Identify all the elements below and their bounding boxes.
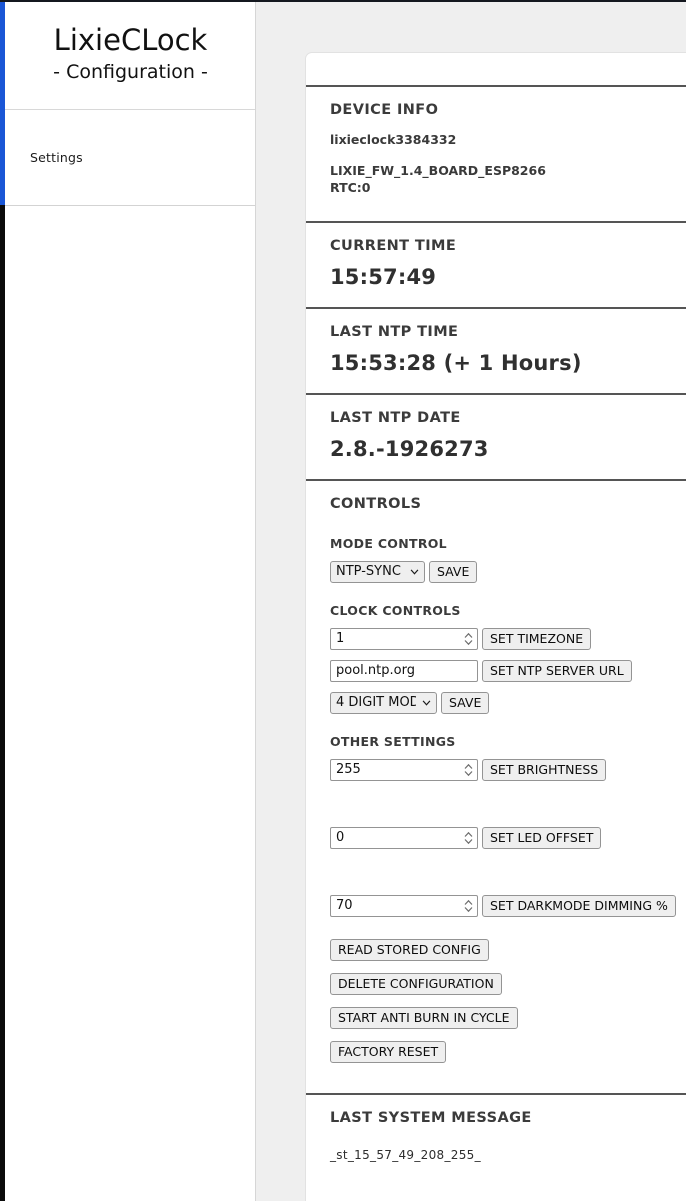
digit-mode-select-wrap: 4 DIGIT MODE: [330, 691, 437, 714]
delete-configuration-button[interactable]: DELETE CONFIGURATION: [330, 972, 502, 995]
divider-last-system-message: [306, 1092, 686, 1095]
mode-control-heading: MODE CONTROL: [330, 535, 447, 551]
page-subtitle: - Configuration -: [53, 60, 208, 83]
led-offset-input[interactable]: [330, 826, 478, 849]
digit-mode-row: 4 DIGIT MODE SAVE: [330, 691, 686, 714]
action-buttons-group: READ STORED CONFIG DELETE CONFIGURATION …: [330, 938, 686, 1063]
divider-current-time: [306, 220, 686, 223]
divider-last-ntp-time: [306, 306, 686, 309]
mode-select-wrap: NTP-SYNC: [330, 560, 425, 583]
digit-mode-select[interactable]: 4 DIGIT MODE: [330, 691, 437, 714]
current-time-heading: CURRENT TIME: [330, 237, 457, 254]
main-content-card: DEVICE INFO lixieclock3384332 LIXIE_FW_1…: [305, 52, 686, 1201]
clock-controls-heading: CLOCK CONTROLS: [330, 602, 461, 618]
led-offset-row: SET LED OFFSET: [330, 826, 686, 849]
factory-reset-button[interactable]: FACTORY RESET: [330, 1040, 447, 1063]
set-timezone-button[interactable]: SET TIMEZONE: [482, 627, 592, 650]
controls-heading: CONTROLS: [330, 495, 422, 512]
mode-save-button[interactable]: SAVE: [429, 560, 478, 583]
current-time-value: 15:57:49: [330, 264, 437, 289]
sidebar-item-settings[interactable]: Settings: [5, 110, 256, 206]
set-led-offset-button[interactable]: SET LED OFFSET: [482, 826, 602, 849]
last-system-message-heading: LAST SYSTEM MESSAGE: [330, 1109, 532, 1126]
brightness-input[interactable]: [330, 758, 478, 781]
last-ntp-time-heading: LAST NTP TIME: [330, 323, 459, 340]
brightness-row: SET BRIGHTNESS: [330, 758, 686, 781]
ntp-server-url-input[interactable]: [330, 659, 478, 682]
led-offset-input-wrap: [330, 826, 478, 849]
timezone-row: SET TIMEZONE: [330, 627, 686, 650]
other-settings-heading: OTHER SETTINGS: [330, 733, 456, 749]
divider-device-info: [306, 85, 686, 87]
sidebar-divider: [255, 2, 256, 1201]
ntp-url-row: SET NTP SERVER URL: [330, 659, 686, 682]
timezone-input[interactable]: [330, 627, 478, 650]
darkmode-dimming-row: SET DARKMODE DIMMING %: [330, 894, 686, 917]
sidebar-header: LixieCLock - Configuration -: [5, 2, 256, 110]
timezone-input-wrap: [330, 627, 478, 650]
darkmode-dimming-input[interactable]: [330, 894, 478, 917]
divider-last-ntp-date: [306, 392, 686, 395]
mode-select[interactable]: NTP-SYNC: [330, 560, 425, 583]
device-info-heading: DEVICE INFO: [330, 102, 439, 118]
sidebar-item-label[interactable]: Settings: [5, 150, 83, 165]
divider-controls: [306, 478, 686, 481]
mode-control-row: NTP-SYNC SAVE: [330, 560, 686, 583]
read-stored-config-button[interactable]: READ STORED CONFIG: [330, 938, 489, 961]
start-anti-burn-in-cycle-button[interactable]: START ANTI BURN IN CYCLE: [330, 1006, 518, 1029]
last-ntp-date-value: 2.8.-1926273: [330, 436, 489, 461]
sidebar-active-accent-bar: [0, 2, 5, 205]
set-darkmode-dimming-button[interactable]: SET DARKMODE DIMMING %: [482, 894, 676, 917]
darkmode-input-wrap: [330, 894, 478, 917]
set-brightness-button[interactable]: SET BRIGHTNESS: [482, 758, 607, 781]
page-viewport: LixieCLock - Configuration - Settings DE…: [0, 0, 686, 1201]
device-name-value: lixieclock3384332: [330, 132, 457, 147]
last-ntp-date-heading: LAST NTP DATE: [330, 409, 461, 426]
brightness-input-wrap: [330, 758, 478, 781]
firmware-version-value: LIXIE_FW_1.4_BOARD_ESP8266 RTC:0: [330, 162, 546, 195]
sidebar: LixieCLock - Configuration - Settings: [5, 2, 256, 1201]
page-title: LixieCLock: [53, 22, 208, 57]
last-ntp-time-value: 15:53:28 (+ 1 Hours): [330, 350, 582, 375]
digit-mode-save-button[interactable]: SAVE: [441, 691, 490, 714]
set-ntp-server-url-button[interactable]: SET NTP SERVER URL: [482, 659, 632, 682]
last-system-message-value: _st_15_57_49_208_255_: [330, 1147, 481, 1162]
